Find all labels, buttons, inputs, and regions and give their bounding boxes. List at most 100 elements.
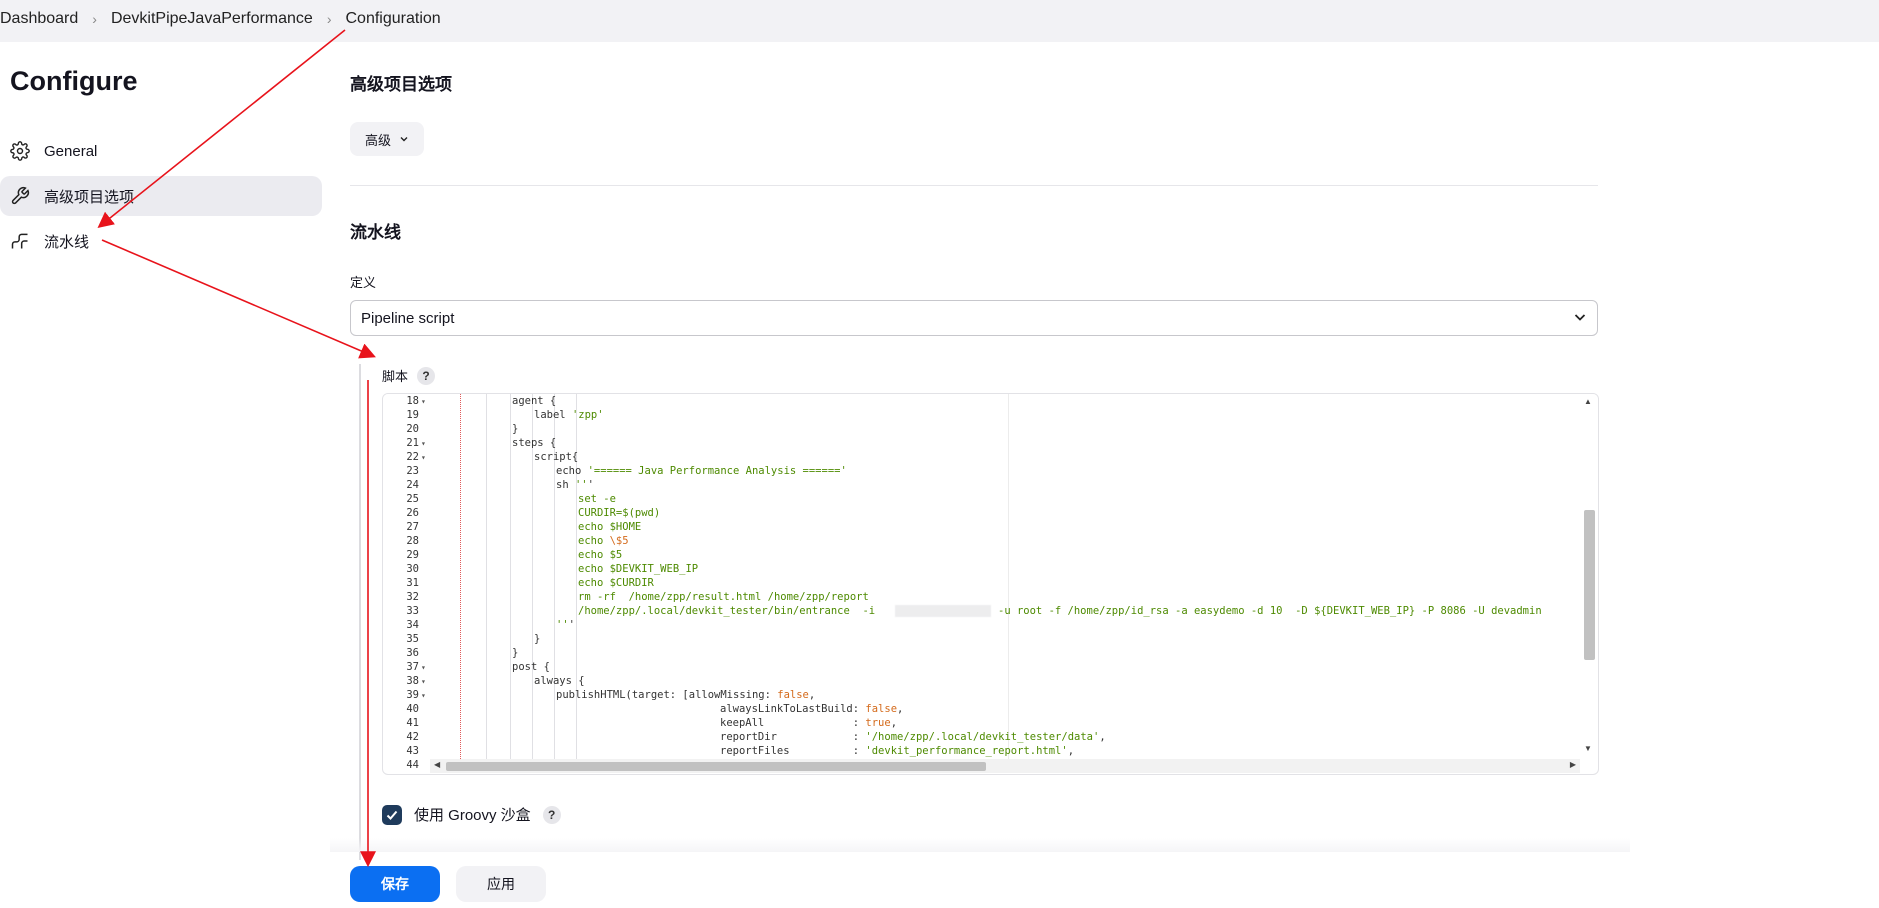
groovy-sandbox-row: 使用 Groovy 沙盒 ? bbox=[382, 804, 561, 825]
line-number: 36 bbox=[406, 647, 419, 659]
breadcrumb-project[interactable]: DevkitPipeJavaPerformance bbox=[111, 10, 313, 28]
page-title: Configure bbox=[10, 66, 138, 96]
code-line: set -e bbox=[578, 493, 616, 505]
advanced-button-label: 高级 bbox=[364, 132, 391, 148]
line-number: 18 bbox=[406, 395, 419, 407]
code-line: agent { bbox=[512, 395, 557, 407]
definition-select-value: Pipeline script bbox=[361, 309, 455, 327]
help-icon[interactable]: ? bbox=[417, 366, 436, 385]
script-section-bar bbox=[359, 364, 361, 860]
breadcrumb: Dashboard › DevkitPipeJavaPerformance › … bbox=[0, 8, 441, 30]
line-number: 27 bbox=[406, 521, 419, 533]
line-number: 28 bbox=[406, 535, 419, 547]
groovy-sandbox-checkbox[interactable] bbox=[382, 804, 402, 825]
editor-code-area[interactable]: agent {label 'zpp'} steps {script{echo '=… bbox=[430, 394, 1580, 759]
code-line: steps { bbox=[512, 437, 557, 449]
code-line: keepAll : true, bbox=[720, 717, 898, 729]
chevron-right-icon: › bbox=[92, 11, 97, 27]
code-line: post { bbox=[512, 661, 550, 673]
editor-gutter: 18 ▾ 19 20 21 ▾ 22 ▾ 23 24 25 26 27 28 29 30 31 32 33 34 35 3… bbox=[383, 394, 430, 771]
definition-select[interactable]: Pipeline script bbox=[350, 300, 1598, 336]
fold-toggle-icon[interactable]: ▾ bbox=[421, 689, 426, 703]
code-line: /home/zpp/.local/devkit_tester/bin/entra… bbox=[578, 605, 876, 617]
line-number: 35 bbox=[406, 633, 419, 645]
line-number: 40 bbox=[406, 703, 419, 715]
code-line: alwaysLinkToLastBuild: false, bbox=[720, 703, 904, 715]
fold-toggle-icon[interactable]: ▾ bbox=[421, 661, 426, 675]
line-number: 26 bbox=[406, 507, 419, 519]
line-number: 20 bbox=[406, 423, 419, 435]
code-line: echo $HOME bbox=[578, 521, 642, 533]
line-number: 33 bbox=[406, 605, 419, 617]
code-line: } bbox=[512, 423, 519, 435]
fold-toggle-icon[interactable]: ▾ bbox=[421, 437, 426, 451]
line-number: 44 bbox=[406, 759, 419, 771]
apply-button[interactable]: 应用 bbox=[456, 866, 546, 902]
line-number: 25 bbox=[406, 493, 419, 505]
chevron-down-icon bbox=[399, 134, 409, 144]
sidebar-item-label: 高级项目选项 bbox=[44, 188, 135, 206]
code-line: publishHTML(target: [allowMissing: false… bbox=[556, 689, 816, 701]
line-number: 21 bbox=[406, 437, 419, 449]
section-title-pipeline: 流水线 bbox=[350, 223, 401, 242]
fold-toggle-icon[interactable]: ▾ bbox=[421, 395, 426, 409]
scroll-right-icon[interactable]: ▶ bbox=[1570, 760, 1576, 769]
code-line-continuation: -u root -f /home/zpp/id_rsa -a easydemo … bbox=[998, 605, 1542, 617]
line-number: 42 bbox=[406, 731, 419, 743]
sidebar-item-general[interactable]: General bbox=[0, 131, 322, 171]
sidebar-item-label: 流水线 bbox=[44, 233, 90, 251]
line-number: 43 bbox=[406, 745, 419, 757]
code-line: rm -rf /home/zpp/result.html /home/zpp/r… bbox=[578, 591, 869, 603]
sidebar-item-pipeline[interactable]: 流水线 bbox=[0, 221, 322, 261]
code-line: echo $5 bbox=[578, 549, 623, 561]
line-number: 39 bbox=[406, 689, 419, 701]
code-line: } bbox=[512, 647, 519, 659]
code-line: echo $DEVKIT_WEB_IP bbox=[578, 563, 699, 575]
vertical-scroll-thumb[interactable] bbox=[1584, 510, 1595, 660]
line-number: 30 bbox=[406, 563, 419, 575]
line-number: 31 bbox=[406, 577, 419, 589]
chevron-right-icon: › bbox=[326, 11, 332, 27]
help-icon[interactable]: ? bbox=[542, 805, 561, 824]
indent-guide bbox=[486, 394, 487, 759]
top-bar: Dashboard › DevkitPipeJavaPerformance › … bbox=[0, 0, 1879, 42]
line-number: 19 bbox=[406, 409, 419, 421]
script-label-row: 脚本 ? bbox=[382, 366, 436, 385]
code-line: script{ bbox=[534, 451, 579, 463]
indent-guide bbox=[460, 394, 461, 759]
script-editor[interactable]: 18 ▾ 19 20 21 ▾ 22 ▾ 23 24 25 26 27 28 29 30 31 32 33 34 35 3… bbox=[382, 393, 1599, 775]
pipeline-icon bbox=[9, 230, 31, 252]
redacted-ip bbox=[895, 605, 991, 617]
breadcrumb-dashboard[interactable]: Dashboard bbox=[0, 10, 78, 28]
scroll-up-icon[interactable]: ▲ bbox=[1584, 397, 1592, 406]
horizontal-scroll-thumb[interactable] bbox=[446, 762, 986, 771]
line-number: 32 bbox=[406, 591, 419, 603]
sidebar-item-label: General bbox=[44, 142, 98, 160]
horizontal-scrollbar[interactable]: ◀ ▶ bbox=[430, 759, 1580, 773]
code-line: CURDIR=$(pwd) bbox=[578, 507, 661, 519]
fold-toggle-icon[interactable]: ▾ bbox=[421, 675, 426, 689]
indent-guide bbox=[510, 394, 511, 759]
sidebar-item-advanced[interactable]: 高级项目选项 bbox=[0, 176, 322, 216]
save-button[interactable]: 保存 bbox=[350, 866, 440, 902]
scroll-down-icon[interactable]: ▼ bbox=[1584, 744, 1592, 753]
code-line: always { bbox=[534, 675, 585, 687]
advanced-button[interactable]: 高级 bbox=[350, 122, 424, 156]
code-line: sh ''' bbox=[556, 479, 594, 491]
vertical-scrollbar[interactable]: ▲ ▼ bbox=[1580, 394, 1598, 759]
gear-icon bbox=[9, 140, 31, 162]
code-line: } bbox=[534, 633, 541, 645]
section-title-advanced: 高级项目选项 bbox=[350, 75, 452, 94]
script-label: 脚本 bbox=[382, 369, 409, 384]
line-number: 38 bbox=[406, 675, 419, 687]
line-number: 34 bbox=[406, 619, 419, 631]
breadcrumb-configuration[interactable]: Configuration bbox=[346, 10, 441, 28]
line-number: 24 bbox=[406, 479, 419, 491]
footer-fade bbox=[330, 838, 1630, 852]
code-line: reportDir : '/home/zpp/.local/devkit_tes… bbox=[720, 731, 1106, 743]
groovy-sandbox-label: 使用 Groovy 沙盒 bbox=[414, 807, 531, 824]
line-number: 22 bbox=[406, 451, 419, 463]
fold-toggle-icon[interactable]: ▾ bbox=[421, 451, 426, 465]
line-number: 37 bbox=[406, 661, 419, 673]
scroll-left-icon[interactable]: ◀ bbox=[434, 760, 440, 769]
